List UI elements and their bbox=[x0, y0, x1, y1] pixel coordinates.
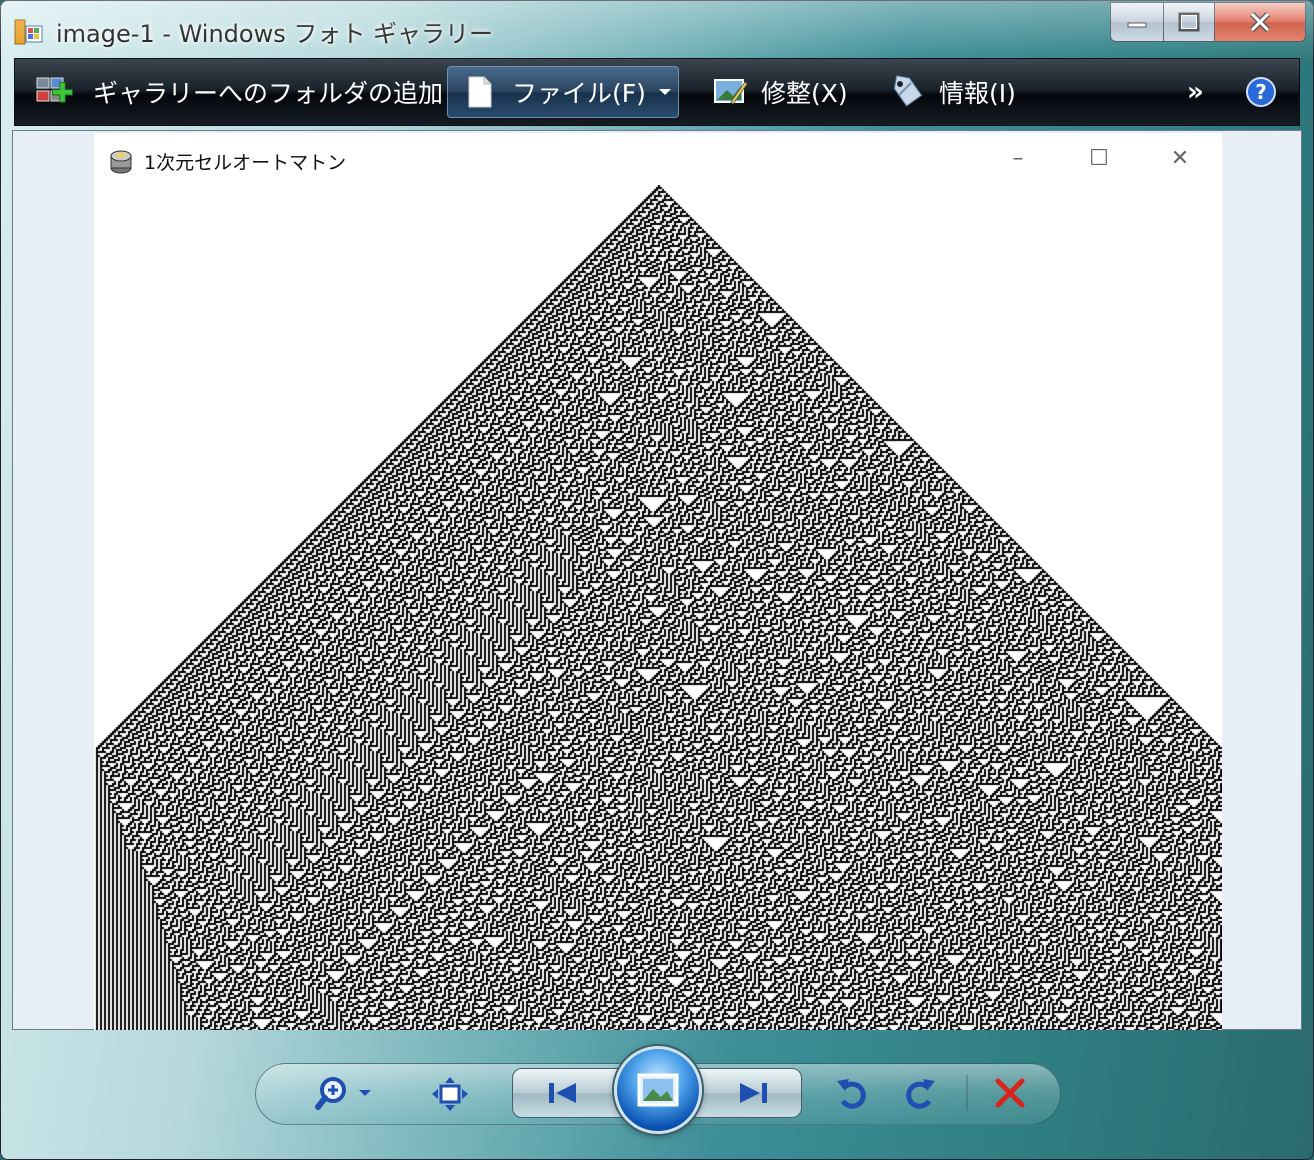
info-button[interactable]: 情報(I) bbox=[891, 59, 1016, 125]
slideshow-button[interactable] bbox=[614, 1046, 702, 1134]
slideshow-icon bbox=[637, 1073, 679, 1107]
document-icon bbox=[468, 76, 492, 108]
svg-text:?: ? bbox=[1255, 80, 1267, 104]
control-separator bbox=[966, 1075, 968, 1111]
rotate-counterclockwise-button[interactable] bbox=[830, 1072, 874, 1114]
delete-icon bbox=[995, 1078, 1025, 1108]
rotate-counterclockwise-icon bbox=[837, 1079, 866, 1109]
maximize-button[interactable] bbox=[1163, 2, 1215, 42]
application-icon bbox=[110, 150, 132, 174]
fix-icon bbox=[714, 79, 748, 105]
inner-window-title: 1次元セルオートマトン bbox=[144, 152, 347, 174]
window-frame: image-1 - Windows フォト ギャラリー ギャラリーへのフォルダの… bbox=[0, 0, 1314, 1160]
add-folder-icon bbox=[36, 77, 73, 103]
help-button[interactable]: ? bbox=[1245, 59, 1277, 125]
delete-button[interactable] bbox=[988, 1072, 1032, 1114]
inner-maximize-icon: ☐ bbox=[1089, 146, 1109, 171]
inner-close-icon: ✕ bbox=[1170, 146, 1190, 171]
rotate-clockwise-button[interactable] bbox=[898, 1072, 942, 1114]
inner-minimize-icon: – bbox=[1012, 146, 1024, 171]
previous-button[interactable] bbox=[538, 1072, 588, 1114]
add-folder-label: ギャラリーへのフォルダの追加 bbox=[93, 79, 444, 108]
photo-viewer-image[interactable]: 1次元セルオートマトン – ☐ ✕ bbox=[94, 133, 1222, 1030]
help-icon: ? bbox=[1246, 77, 1276, 107]
add-folder-button[interactable]: ギャラリーへのフォルダの追加 bbox=[35, 59, 443, 125]
file-menu-label: ファイル(F) bbox=[512, 79, 646, 108]
close-button[interactable] bbox=[1214, 2, 1306, 42]
next-icon bbox=[740, 1083, 767, 1103]
chevron-double-right-icon: » bbox=[1187, 77, 1204, 107]
chevron-down-icon bbox=[658, 89, 671, 95]
file-menu-button[interactable]: ファイル(F) bbox=[447, 66, 679, 118]
zoom-icon bbox=[315, 1077, 371, 1110]
minimize-icon bbox=[1127, 22, 1147, 28]
inner-window-title-bar: 1次元セルオートマトン – ☐ ✕ bbox=[94, 133, 1222, 185]
close-icon bbox=[1249, 11, 1271, 33]
more-button[interactable]: » bbox=[1187, 59, 1204, 125]
title-bar[interactable]: image-1 - Windows フォト ギャラリー bbox=[0, 0, 1314, 58]
fit-to-window-icon bbox=[432, 1077, 468, 1111]
photo-gallery-icon bbox=[14, 19, 43, 45]
next-button[interactable] bbox=[728, 1072, 778, 1114]
window-title: image-1 - Windows フォト ギャラリー bbox=[56, 20, 493, 48]
minimize-button[interactable] bbox=[1110, 2, 1164, 42]
zoom-button[interactable] bbox=[312, 1072, 376, 1116]
previous-icon bbox=[549, 1083, 576, 1103]
info-label: 情報(I) bbox=[939, 79, 1016, 108]
fit-to-window-button[interactable] bbox=[426, 1072, 474, 1116]
toolbar: ギャラリーへのフォルダの追加 ファイル(F) 修整(X) 情報(I) » ? bbox=[14, 58, 1300, 126]
cellular-automaton-image bbox=[94, 185, 1222, 1030]
fix-button[interactable]: 修整(X) bbox=[713, 59, 848, 125]
maximize-icon bbox=[1178, 12, 1200, 32]
fix-label: 修整(X) bbox=[761, 79, 848, 108]
tag-icon bbox=[893, 75, 923, 107]
rotate-clockwise-icon bbox=[906, 1079, 935, 1109]
